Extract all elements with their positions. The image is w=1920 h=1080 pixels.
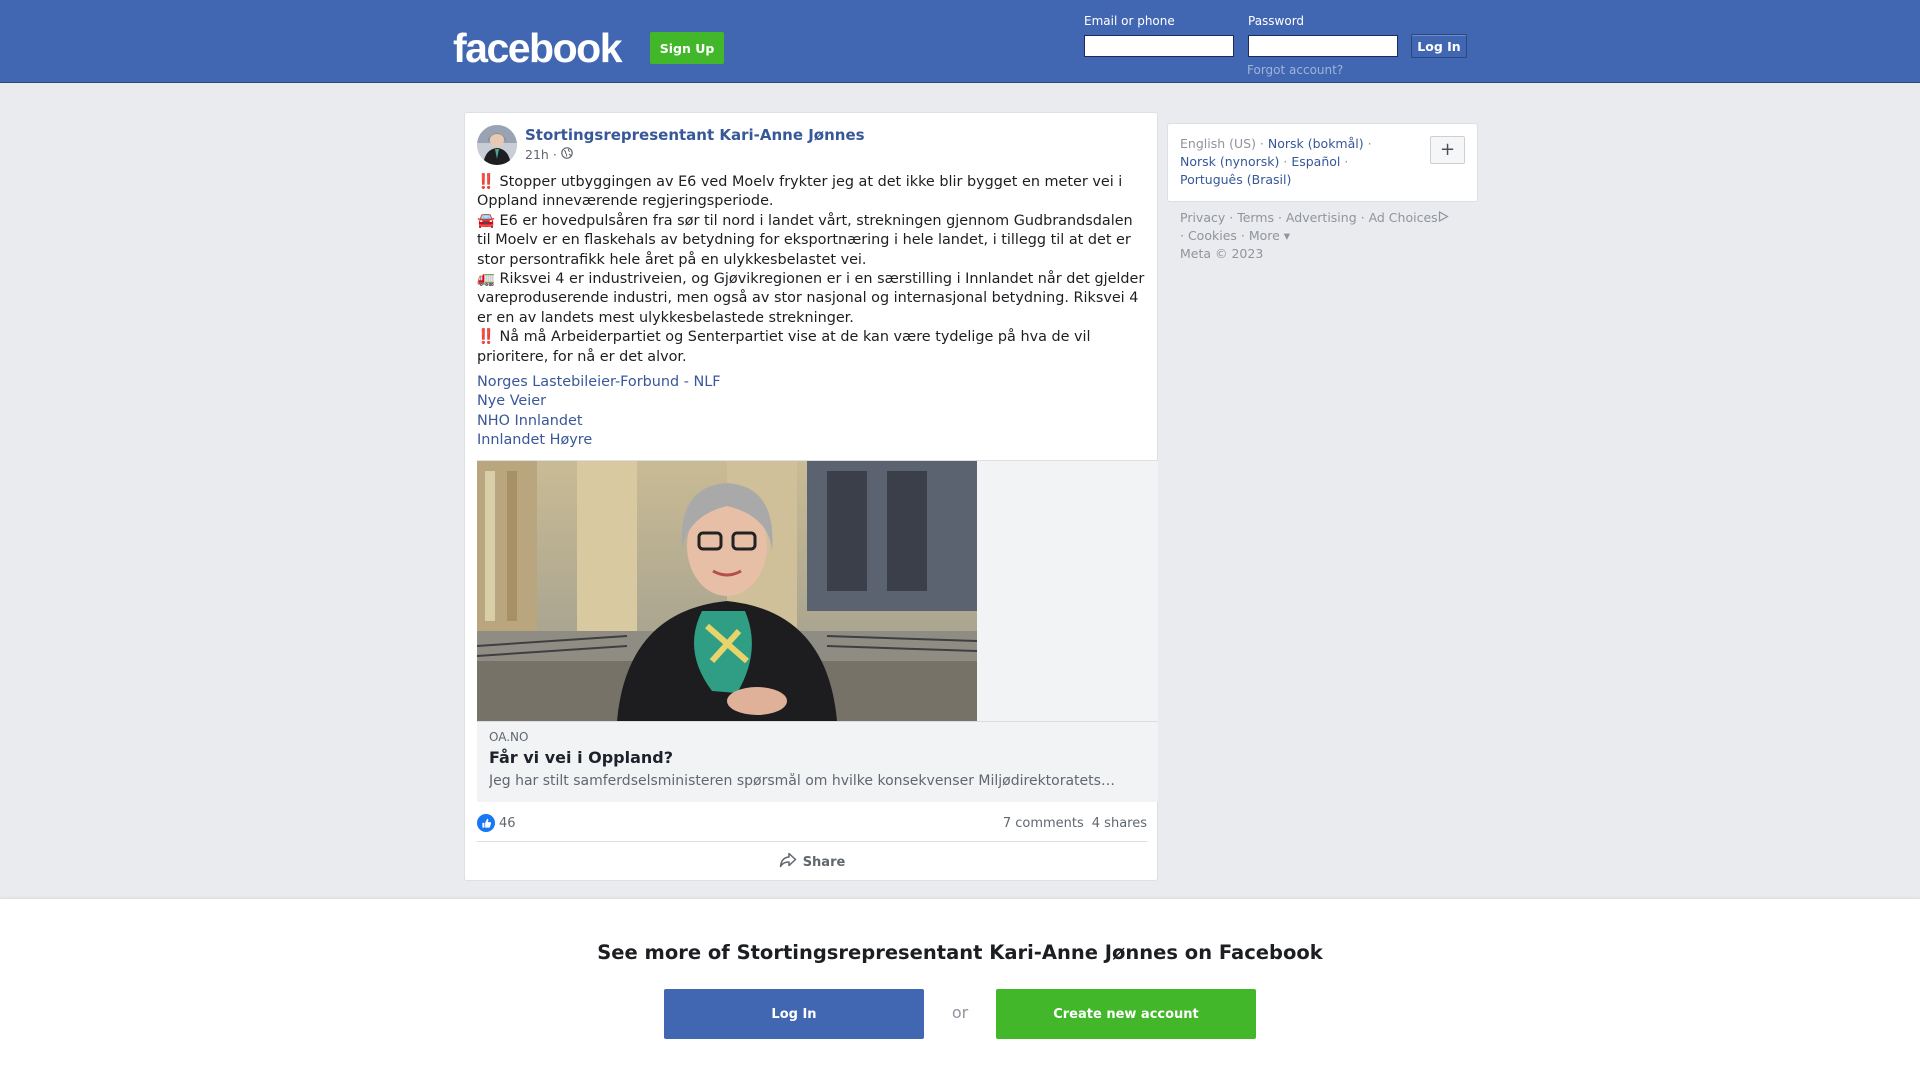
facebook-logo[interactable]: facebook [453,24,623,72]
share-button[interactable]: Share [477,843,1147,881]
top-bar: facebook Sign Up Email or phone Password… [0,0,1920,83]
avatar[interactable] [477,125,517,165]
post-timestamp[interactable]: 21h [525,147,549,162]
create-account-button[interactable]: Create new account [996,989,1256,1039]
tag-link-innlandet-hoyre[interactable]: Innlandet Høyre [477,431,721,450]
language-selector: English (US) · Norsk (bokmål) · Norsk (n… [1167,123,1478,202]
link-preview-info[interactable]: OA.NO Får vi vei i Oppland? Jeg har stil… [477,721,1158,802]
language-list: English (US) · Norsk (bokmål) · Norsk (n… [1180,136,1372,187]
tag-link-nlf[interactable]: Norges Lastebileier-Forbund - NLF [477,373,721,392]
link-description: Jeg har stilt samferdselsministeren spør… [489,773,1115,789]
log-in-button[interactable]: Log In [1411,34,1467,58]
globe-icon [561,147,573,162]
ad-choices-link[interactable]: Ad Choices [1369,210,1449,225]
language-link[interactable]: Português (Brasil) [1180,172,1291,187]
password-field[interactable] [1248,35,1398,57]
ad-choices-icon [1438,210,1449,225]
meta-separator: · [552,147,557,162]
post-paragraph: 🚛 Riksvei 4 er industriveien, og Gjøvikr… [477,271,1145,326]
password-label: Password [1248,14,1305,28]
email-label: Email or phone [1084,14,1175,28]
link-preview-card[interactable]: OA.NO Får vi vei i Oppland? Jeg har stil… [477,460,1158,802]
shares-count[interactable]: 4 shares [1092,816,1147,831]
forgot-account-link[interactable]: Forgot account? [1247,63,1343,77]
reactions-count[interactable]: 46 [499,816,516,831]
footer-links: Privacy · Terms · Advertising · Ad Choic… [1180,209,1480,263]
link-preview-image[interactable] [477,461,1158,721]
terms-link[interactable]: Terms [1237,210,1274,225]
link-domain: OA.NO [489,730,529,744]
tag-link-nye-veier[interactable]: Nye Veier [477,392,721,411]
tag-link-nho-innlandet[interactable]: NHO Innlandet [477,412,721,431]
post-paragraph: 🚘 E6 er hovedpulsåren fra sør til nord i… [477,212,1133,268]
ad-choices-label: Ad Choices [1368,210,1438,225]
language-current: English (US) [1180,136,1256,151]
login-prompt-banner: See more of Stortingsrepresentant Kari-A… [0,899,1920,1080]
cookies-link[interactable]: Cookies [1188,228,1237,243]
post-text: ‼️ Stopper utbyggingen av E6 ved Moelv f… [477,173,1147,367]
more-languages-button[interactable]: + [1430,136,1465,164]
post-author-name[interactable]: Stortingsrepresentant Kari-Anne Jønnes [525,126,865,144]
language-link[interactable]: Norsk (nynorsk) [1180,154,1279,169]
more-label: More [1248,228,1280,243]
language-link[interactable]: Norsk (bokmål) [1268,136,1364,151]
tagged-pages: Norges Lastebileier-Forbund - NLF Nye Ve… [477,373,721,451]
copyright: Meta © 2023 [1180,246,1264,261]
banner-or-text: or [951,1003,969,1022]
post-paragraph: ‼️ Nå må Arbeiderpartiet og Senterpartie… [477,329,1091,365]
comments-count[interactable]: 7 comments [1003,816,1084,831]
caret-down-icon: ▾ [1279,228,1291,243]
post-card: Stortingsrepresentant Kari-Anne Jønnes 2… [464,112,1158,881]
post-meta: 21h · [525,147,573,162]
email-field[interactable] [1084,35,1234,57]
advertising-link[interactable]: Advertising [1286,210,1357,225]
link-title: Får vi vei i Oppland? [489,748,674,767]
sign-up-button[interactable]: Sign Up [650,32,724,64]
post-stats: 46 7 comments 4 shares [477,813,1147,833]
like-reaction-icon[interactable] [477,814,495,832]
more-link[interactable]: More ▾ [1249,228,1290,243]
post-paragraph: ‼️ Stopper utbyggingen av E6 ved Moelv f… [477,174,1123,210]
action-divider [477,841,1147,842]
banner-title: See more of Stortingsrepresentant Kari-A… [597,941,1323,964]
article-photo [477,461,977,721]
language-link[interactable]: Español [1291,154,1340,169]
privacy-link[interactable]: Privacy [1180,210,1225,225]
share-icon [779,852,797,872]
banner-log-in-button[interactable]: Log In [664,989,924,1039]
share-label: Share [802,854,846,870]
